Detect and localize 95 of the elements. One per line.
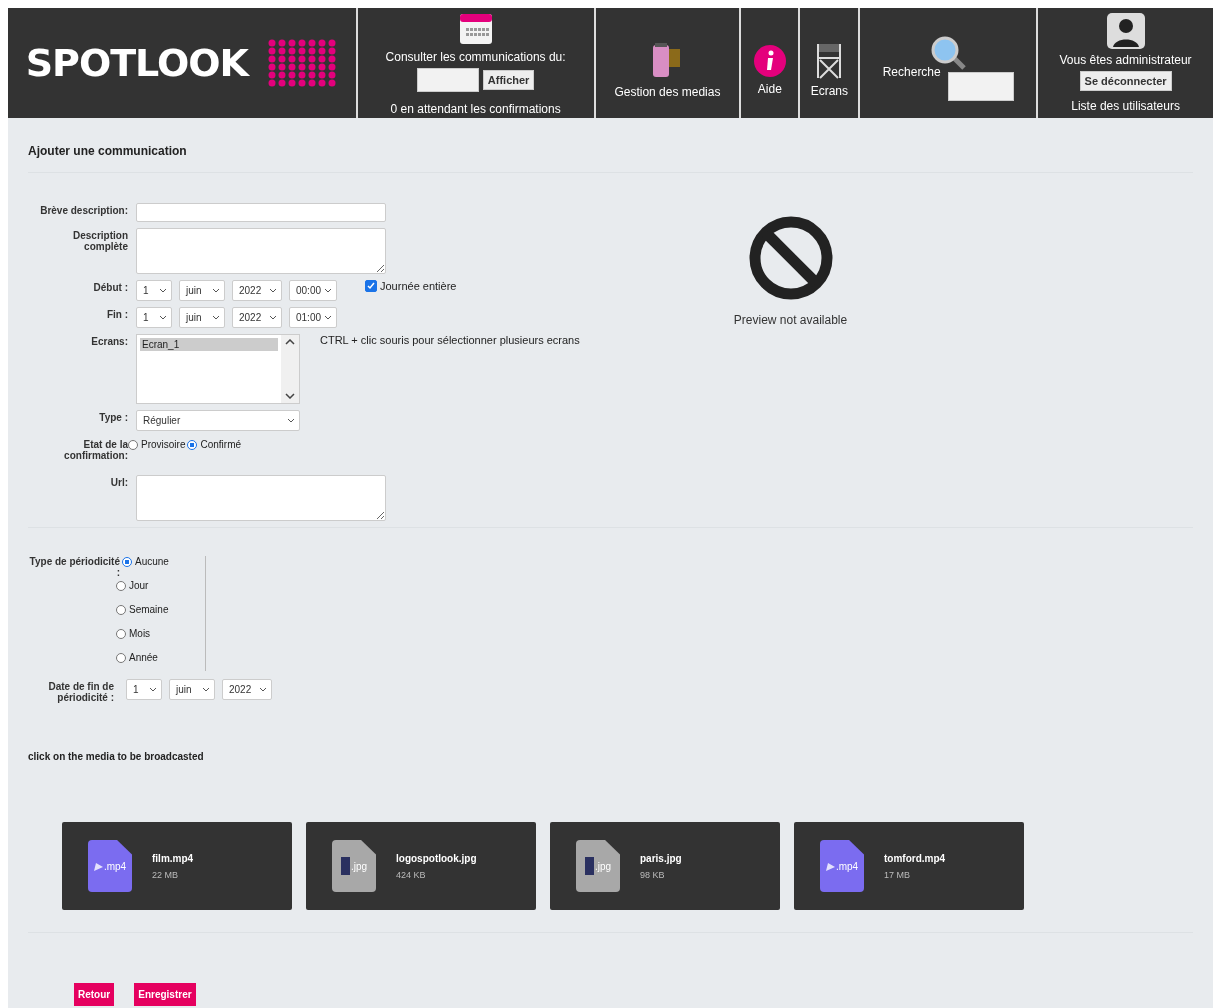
file-name: tomford.mp4 [884, 852, 946, 864]
save-button[interactable]: Enregistrer [134, 983, 196, 1006]
radio-label: Aucune [135, 556, 169, 567]
dropdown-field[interactable]: 2022 [232, 280, 282, 301]
file-size: 424 KB [396, 869, 427, 880]
radio-label: Année [129, 652, 158, 663]
logout-button[interactable]: Se déconnecter [1079, 71, 1172, 91]
image-file-icon: .jpg [576, 840, 620, 892]
dropdown-field[interactable]: 1 [136, 280, 172, 301]
user-icon [1106, 13, 1145, 49]
field-label: Début : [92, 281, 128, 293]
dropdown-field[interactable]: 2022 [232, 307, 282, 328]
field-label: Type : [98, 411, 128, 423]
scroll-up-icon[interactable] [285, 339, 295, 345]
back-button[interactable]: Retour [74, 983, 115, 1006]
video-file-icon: .mp4 [88, 840, 132, 892]
nav-link[interactable]: Ecrans [810, 84, 848, 98]
radio-button[interactable] [116, 604, 126, 615]
pending-count: 0 en attendant les confirmations [390, 102, 561, 116]
nav-link[interactable]: Gestion des medias [614, 85, 721, 99]
video-file-icon: .mp4 [820, 840, 864, 892]
preview-message: Preview not available [733, 313, 848, 327]
media-card[interactable]: .mp4 film.mp4 22 MB [62, 822, 292, 910]
dropdown-field[interactable]: 1 [126, 679, 162, 700]
dropdown-field[interactable]: 2022 [222, 679, 272, 700]
radio-button[interactable] [187, 439, 198, 450]
dropdown-field[interactable]: 1 [136, 307, 172, 328]
chevron-icon [159, 288, 167, 293]
dropdown-field[interactable]: 01:00 [289, 307, 337, 328]
dropdown-field[interactable]: juin [169, 679, 215, 700]
media-card[interactable]: .mp4 tomford.mp4 17 MB [794, 822, 1024, 910]
media-hint: click on the media to be broadcasted [28, 751, 205, 762]
field-label: Type de périodicité : [28, 556, 120, 580]
chevron-icon [212, 315, 220, 320]
consult-label: Consulter les communications du: [385, 50, 566, 64]
chevron-icon [287, 418, 295, 423]
chevron-icon [149, 687, 157, 692]
page-title: Ajouter une communication [28, 144, 1193, 173]
radio-label: Jour [129, 580, 149, 591]
file-name: film.mp4 [152, 852, 194, 864]
url-field[interactable] [136, 475, 386, 521]
radio-label: Mois [129, 628, 151, 639]
file-name: paris.jpg [640, 852, 682, 864]
field-label: Brève description: [39, 204, 128, 216]
users-link[interactable]: Liste des utilisateurs [1071, 99, 1180, 113]
file-size: 22 MB [152, 869, 179, 880]
dropdown-field[interactable]: 00:00 [289, 280, 337, 301]
file-name: logospotlook.jpg [396, 852, 477, 864]
radio-button[interactable] [116, 580, 126, 591]
chevron-icon [202, 687, 210, 692]
chevron-icon [269, 315, 277, 320]
short-description-field[interactable] [136, 203, 386, 222]
radio-label: Provisoire [141, 439, 186, 450]
radio-button[interactable] [128, 439, 138, 450]
dropdown-field[interactable]: juin [179, 307, 225, 328]
field-label: Url: [109, 476, 128, 488]
radio-button[interactable] [122, 556, 132, 567]
chevron-icon [324, 315, 332, 320]
radio-button[interactable] [116, 628, 126, 639]
radio-button[interactable] [116, 652, 126, 663]
field-label: Ecrans: [90, 335, 128, 347]
chevron-icon [212, 288, 220, 293]
chevron-icon [324, 288, 332, 293]
date-field[interactable] [416, 68, 479, 92]
nav-link[interactable]: Aide [757, 82, 782, 96]
media-card[interactable]: .jpg logospotlook.jpg 424 KB [306, 822, 536, 910]
file-size: 98 KB [640, 869, 666, 880]
field-label: Fin : [105, 308, 128, 320]
search-field[interactable] [947, 71, 1014, 101]
field-label: Date de fin de périodicité : [47, 680, 114, 703]
user-status: Vous êtes administrateur [1059, 53, 1192, 67]
screens-hint: CTRL + clic souris pour sélectionner plusieurs ecrans [320, 334, 580, 346]
radio-label: Confirmé [200, 439, 242, 450]
field-label: Etat de la confirmation: [63, 438, 128, 461]
screens-listbox[interactable]: Ecran_1 [136, 334, 300, 404]
type-dropdown[interactable]: Régulier [136, 410, 300, 431]
field-label: Description complète [72, 229, 128, 252]
radio-label: Semaine [129, 604, 169, 615]
list-item[interactable]: Ecran_1 [140, 338, 278, 351]
dropdown-field[interactable]: juin [179, 280, 225, 301]
show-button[interactable]: Afficher [482, 70, 535, 90]
chevron-icon [159, 315, 167, 320]
checkbox-label: Journée entière [380, 280, 457, 292]
checkbox[interactable] [365, 280, 377, 292]
chevron-icon [259, 687, 267, 692]
scroll-down-icon[interactable] [285, 393, 295, 399]
full-description-field[interactable] [136, 228, 386, 274]
info-icon [752, 44, 787, 78]
logo: SPOTLOOK [25, 41, 249, 85]
file-size: 17 MB [884, 869, 911, 880]
image-file-icon: .jpg [332, 840, 376, 892]
chevron-icon [269, 288, 277, 293]
search-label: Recherche [882, 65, 941, 79]
no-entry-icon [747, 215, 834, 301]
media-card[interactable]: .jpg paris.jpg 98 KB [550, 822, 780, 910]
